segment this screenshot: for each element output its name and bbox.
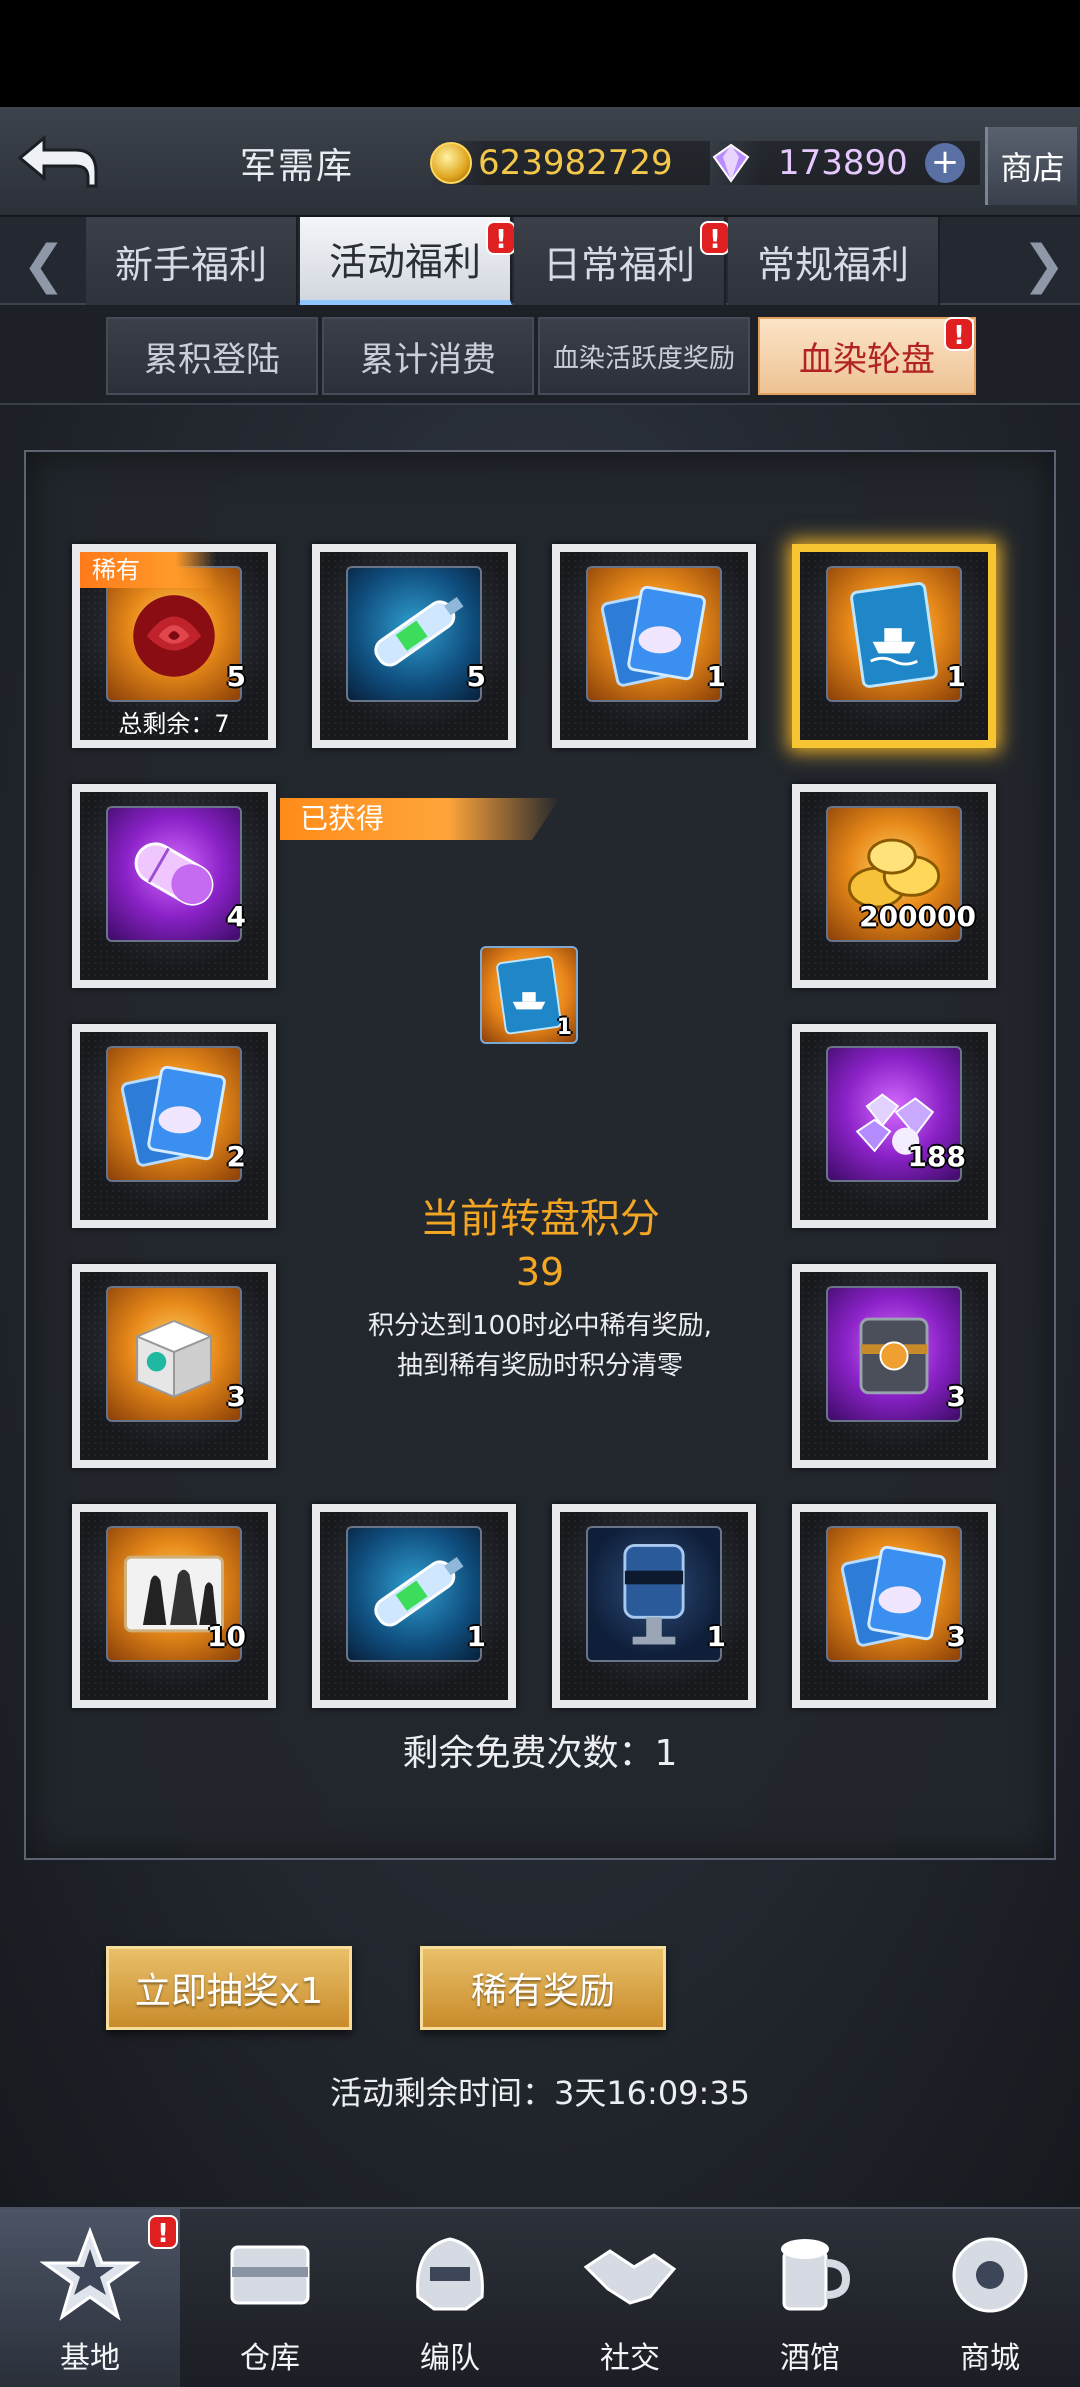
warehouse-crate-icon xyxy=(230,2245,310,2305)
nav-warehouse[interactable]: 仓库 xyxy=(180,2209,360,2387)
top-bar: 军需库 623982729 173890 + 商店 xyxy=(0,107,1080,217)
subtab-spending[interactable]: 累计消费 xyxy=(322,317,534,395)
wheel-score-title: 当前转盘积分 xyxy=(420,1196,660,1242)
diamond-card-icon xyxy=(586,566,722,702)
subtab-alert-badge: ! xyxy=(944,317,974,351)
gold-amount: 623982729 xyxy=(478,143,673,183)
tab-prev-arrow-icon[interactable]: ❮ xyxy=(22,235,66,295)
item-quantity: 5 xyxy=(226,660,246,693)
syringe-icon xyxy=(346,1526,482,1662)
total-remaining: 总剩余：7 xyxy=(118,710,230,738)
tab-event[interactable]: 活动福利 xyxy=(300,217,512,305)
subtab-login[interactable]: 累积登陆 xyxy=(106,317,318,395)
gold-coin-icon xyxy=(430,142,472,184)
rare-rewards-button[interactable]: 稀有奖励 xyxy=(420,1946,666,2030)
capsule-icon xyxy=(106,806,242,942)
nav-mall-label: 商城 xyxy=(960,2341,1020,2376)
reward-slot-selected[interactable]: 1 xyxy=(792,544,996,748)
nav-base-label: 基地 xyxy=(60,2341,120,2376)
gold-counter: 623982729 xyxy=(430,141,710,185)
free-spins-remaining: 剩余免费次数：1 xyxy=(402,1733,678,1774)
back-button[interactable] xyxy=(10,125,102,199)
diamond-icon xyxy=(712,143,750,183)
item-quantity: 4 xyxy=(226,900,246,933)
reward-slot[interactable]: 3 xyxy=(72,1264,276,1468)
current-reward-ship-card-icon: 1 xyxy=(480,946,578,1044)
beer-mug-icon xyxy=(781,2239,851,2311)
white-crate-icon xyxy=(106,1286,242,1422)
nav-base-alert-badge: ! xyxy=(148,2215,178,2249)
add-gems-button[interactable]: + xyxy=(925,143,965,183)
tab-regular[interactable]: 常规福利 xyxy=(728,217,940,305)
mystery-box-icon xyxy=(826,1286,962,1422)
nav-formation[interactable]: 编队 xyxy=(360,2209,540,2387)
diamond-card-icon xyxy=(106,1046,242,1182)
tab-newbie[interactable]: 新手福利 xyxy=(86,217,298,305)
item-quantity: 10 xyxy=(207,1620,246,1653)
reward-slot[interactable]: 3 xyxy=(792,1264,996,1468)
nav-warehouse-label: 仓库 xyxy=(240,2341,300,2376)
tab-event-alert-badge: ! xyxy=(486,221,516,255)
nav-mall[interactable]: 商城 xyxy=(900,2209,1080,2387)
reward-slot[interactable]: 4 xyxy=(72,784,276,988)
item-quantity: 1 xyxy=(706,1620,726,1653)
nav-tavern[interactable]: 酒馆 xyxy=(720,2209,900,2387)
sub-tabs: 累积登陆 累计消费 血染活跃度奖励 血染轮盘 ! xyxy=(0,305,1080,405)
tab-daily-alert-badge: ! xyxy=(700,221,730,255)
reward-slot[interactable]: 3 xyxy=(792,1504,996,1708)
diamond-card-icon xyxy=(826,1526,962,1662)
item-quantity: 200000 xyxy=(859,900,976,933)
item-quantity: 3 xyxy=(946,1620,966,1653)
handshake-icon xyxy=(583,2249,677,2305)
reward-slot[interactable]: 5 xyxy=(312,544,516,748)
nav-base[interactable]: 基地 ! xyxy=(0,2209,180,2387)
nav-social[interactable]: 社交 xyxy=(540,2209,720,2387)
subtab-activity-reward[interactable]: 血染活跃度奖励 xyxy=(538,317,750,395)
mall-orb-icon xyxy=(952,2237,1028,2313)
syringe-icon xyxy=(346,566,482,702)
item-quantity: 2 xyxy=(226,1140,246,1173)
item-quantity: 188 xyxy=(907,1140,966,1173)
event-countdown: 活动剩余时间：3天16:09:35 xyxy=(329,2074,751,2112)
reward-slot[interactable]: 1 xyxy=(312,1504,516,1708)
item-quantity: 3 xyxy=(946,1380,966,1413)
coating-canister-icon xyxy=(586,1526,722,1662)
item-quantity: 5 xyxy=(466,660,486,693)
rare-tag: 稀有 xyxy=(80,552,216,588)
nav-social-label: 社交 xyxy=(600,2341,660,2376)
bottom-nav: 基地 ! 仓库 编队 社交 酒馆 商城 xyxy=(0,2207,1080,2387)
item-quantity: 1 xyxy=(706,660,726,693)
obtained-banner: 已获得 xyxy=(280,798,560,840)
back-arrow-icon xyxy=(17,134,98,188)
nav-tavern-label: 酒馆 xyxy=(780,2341,840,2376)
shop-button[interactable]: 商店 xyxy=(985,127,1077,205)
reward-slot[interactable]: 10 xyxy=(72,1504,276,1708)
ship-card-icon xyxy=(826,566,962,702)
nav-formation-label: 编队 xyxy=(420,2341,480,2376)
tab-next-arrow-icon[interactable]: ❯ xyxy=(1022,235,1066,295)
page-title: 军需库 xyxy=(240,146,355,187)
tab-daily[interactable]: 日常福利 xyxy=(514,217,726,305)
item-quantity: 1 xyxy=(466,1620,486,1653)
reward-slot[interactable]: 1 xyxy=(552,544,756,748)
category-tabs: ❮ 新手福利 活动福利 ! 日常福利 ! 常规福利 ❯ xyxy=(0,217,1080,305)
gem-amount: 173890 xyxy=(778,143,908,183)
reward-slot[interactable]: 200000 xyxy=(792,784,996,988)
status-bar xyxy=(0,0,1080,107)
draw-once-button[interactable]: 立即抽奖x1 xyxy=(106,1946,352,2030)
current-reward-quantity: 1 xyxy=(556,1015,572,1040)
helmet-icon xyxy=(416,2237,484,2311)
item-quantity: 1 xyxy=(946,660,966,693)
reward-slot[interactable]: 稀有 5 总剩余：7 xyxy=(72,544,276,748)
base-star-icon xyxy=(40,2227,140,2321)
reward-slot[interactable]: 1 xyxy=(552,1504,756,1708)
item-quantity: 3 xyxy=(226,1380,246,1413)
